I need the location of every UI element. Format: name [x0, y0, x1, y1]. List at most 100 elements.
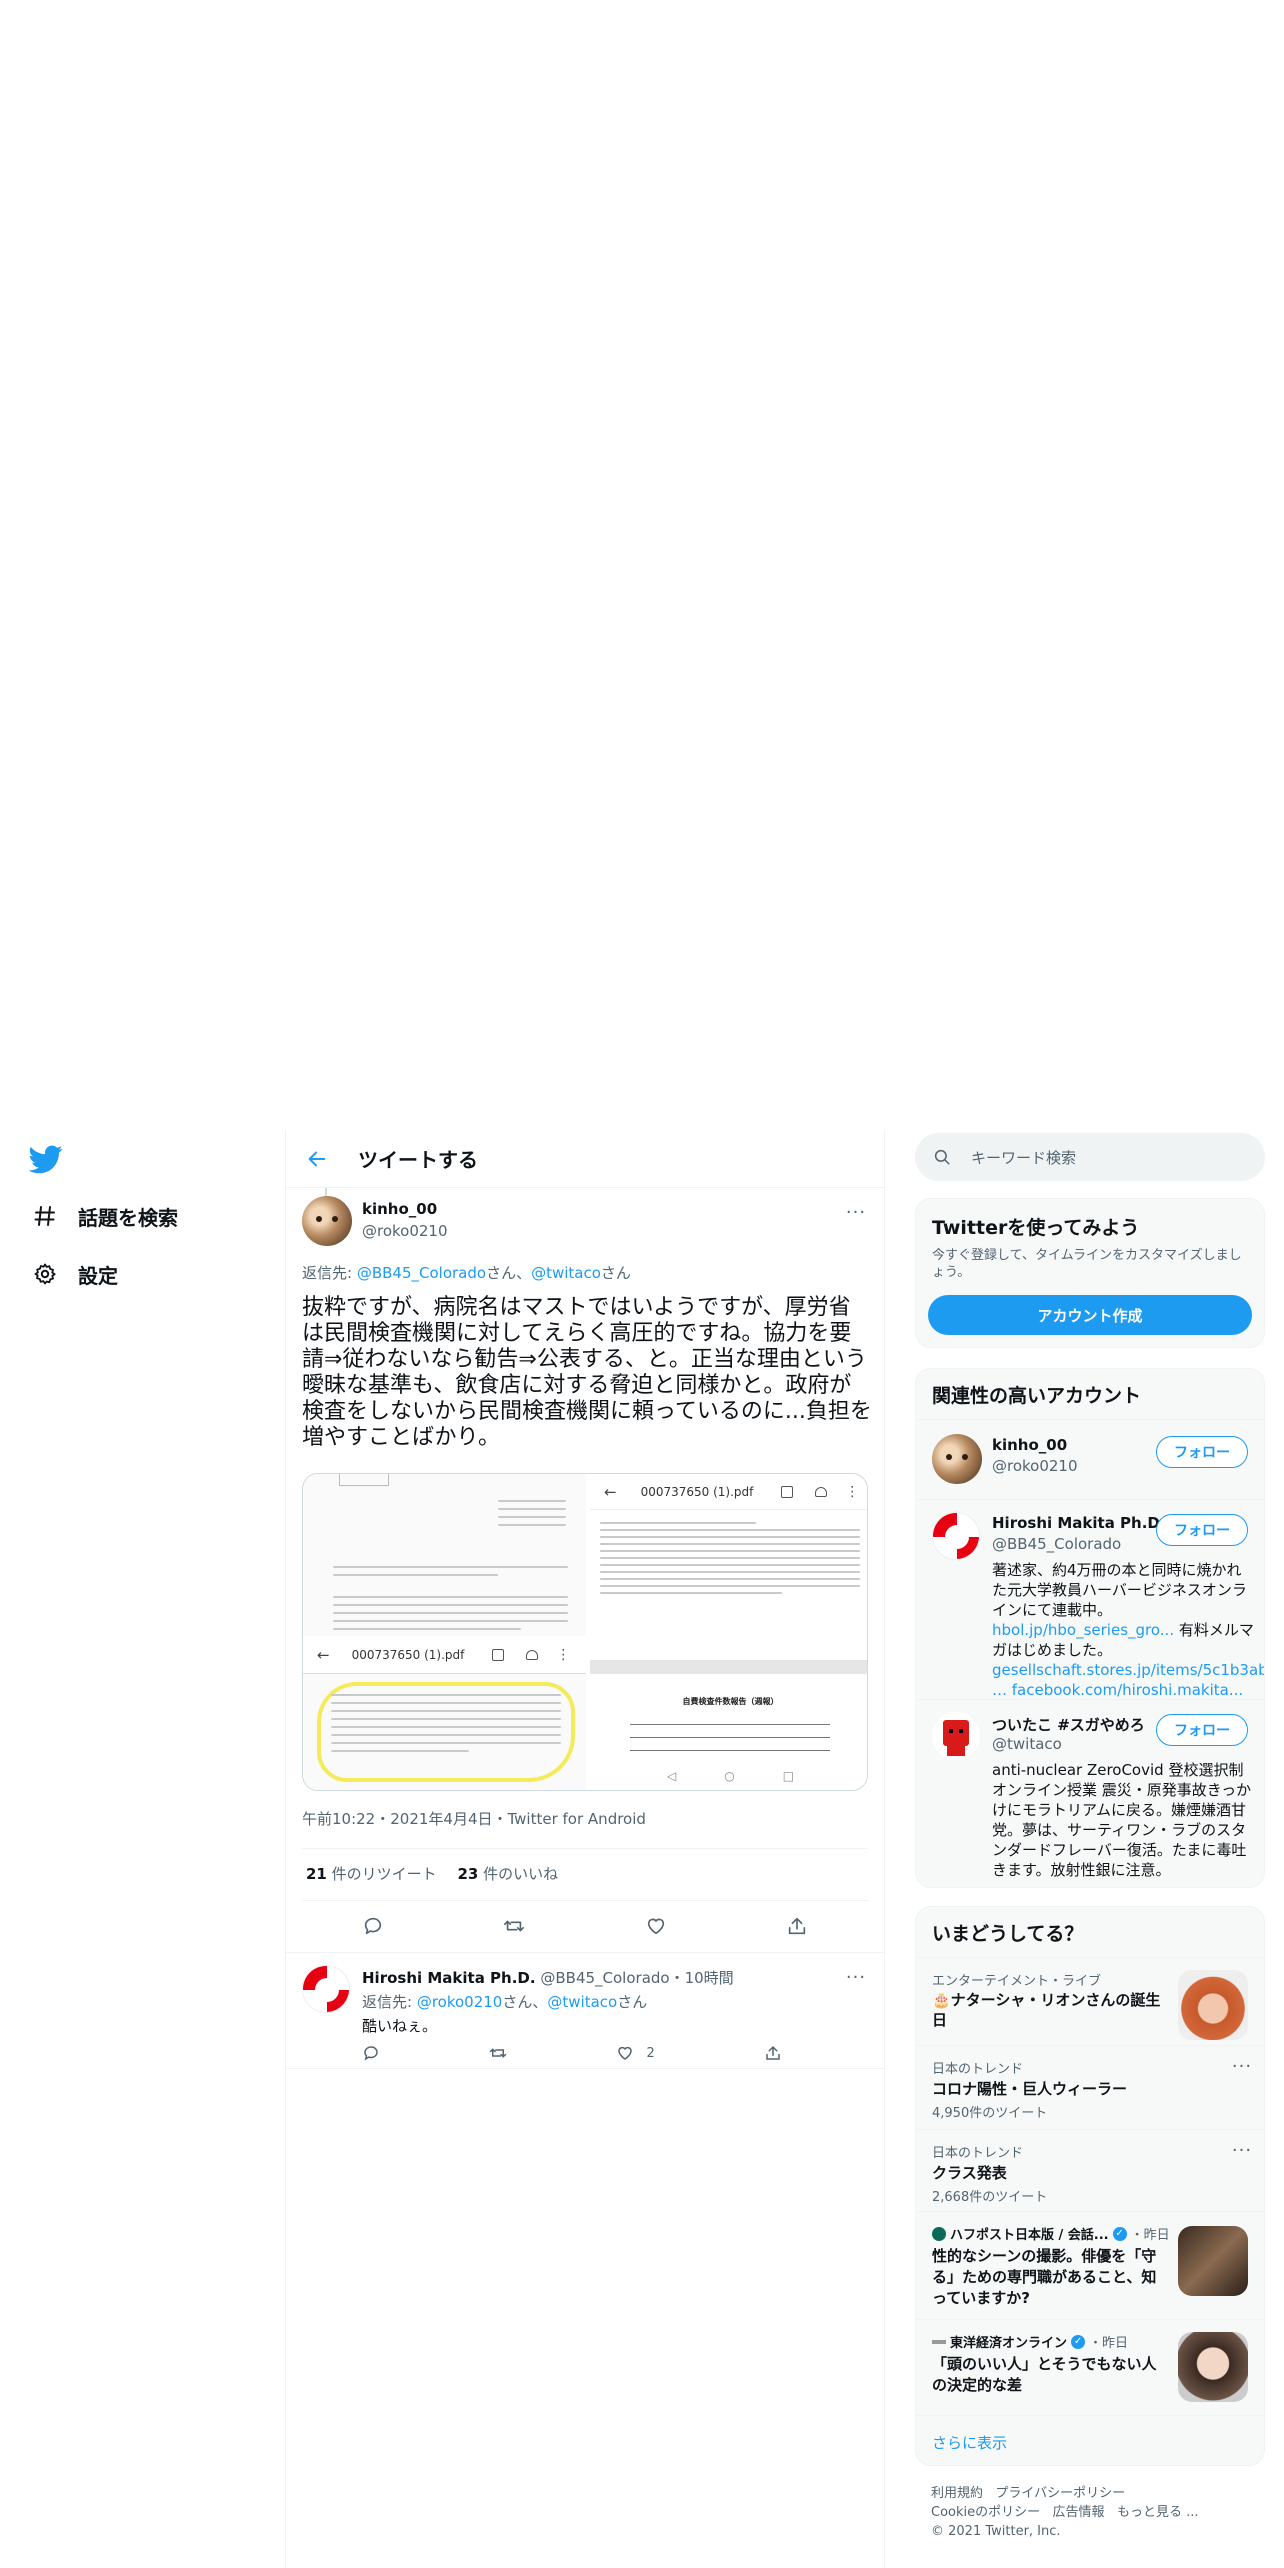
tweet-timestamp[interactable]: 午前10:22・2021年4月4日・Twitter for Android — [302, 1808, 646, 1829]
trend-title: コロナ陽性・巨人ウィーラー — [932, 2080, 1128, 2098]
pdf-search-icon[interactable] — [781, 1485, 794, 1498]
footer-privacy[interactable]: プライバシーポリシー — [995, 2486, 1125, 2501]
pdf-download-icon[interactable] — [526, 1649, 539, 1660]
page-title: ツイートする — [358, 1148, 478, 1172]
trend-title: 🎂ナターシャ・リオンさんの誕生日 — [932, 1991, 1161, 2029]
signup-card: Twitterを使ってみよう 今すぐ登録して、タイムラインをカスタマイズしましょ… — [915, 1198, 1265, 1348]
like-action[interactable]: 2 — [616, 2044, 655, 2062]
reply-san: さん — [617, 1993, 648, 2011]
twitter-bird-icon[interactable] — [28, 1142, 64, 1176]
reply-icon[interactable] — [362, 1915, 384, 1937]
android-recent-icon[interactable]: □ — [783, 1769, 794, 1783]
avatar[interactable] — [932, 1712, 980, 1760]
retweet-icon[interactable] — [503, 1915, 525, 1937]
retweets-stat[interactable]: 21 件のリツイート — [306, 1865, 437, 1883]
reply-author-name[interactable]: Hiroshi Makita Ph.D. — [362, 1969, 536, 1987]
bio-link[interactable]: gesellschaft.stores.jp/items/5c1b3abe — [992, 1661, 1264, 1679]
more-icon[interactable]: ··· — [1232, 2056, 1252, 2077]
android-back-icon[interactable]: ◁ — [667, 1769, 676, 1783]
trend-item[interactable]: エンターテイメント・ライブ 🎂ナターシャ・リオンさんの誕生日 — [916, 1957, 1264, 2045]
follow-button[interactable]: フォロー — [1156, 1514, 1248, 1546]
pdf-back-icon[interactable]: ← — [604, 1483, 617, 1501]
nav-settings[interactable]: 設定 — [30, 1254, 118, 1294]
trend-thumbnail[interactable] — [1178, 2226, 1248, 2296]
footer-cookie[interactable]: Cookieのポリシー — [931, 2505, 1040, 2520]
like-icon[interactable] — [645, 1915, 667, 1937]
search-input[interactable]: キーワード検索 — [971, 1147, 1076, 1168]
source-logo — [932, 2339, 946, 2344]
avatar[interactable] — [302, 1965, 350, 2013]
reply-time[interactable]: ・10時間 — [670, 1969, 734, 1987]
trend-title: 性的なシーンの撮影。俳優を「守る」ための専門職があること、知っていますか? — [932, 2247, 1157, 2307]
reply-tweet[interactable]: Hiroshi Makita Ph.D. @BB45_Colorado・10時間… — [286, 1953, 884, 2069]
follow-button[interactable]: フォロー — [1156, 1436, 1248, 1468]
highlighted-section — [303, 1674, 586, 1790]
reply-actions: 2 — [362, 2043, 782, 2063]
likes-stat[interactable]: 23 件のいいね — [457, 1865, 558, 1883]
pdf-search-icon[interactable] — [492, 1648, 505, 1661]
reply-author-handle[interactable]: @BB45_Colorado — [540, 1969, 669, 1987]
avatar[interactable] — [932, 1434, 982, 1484]
search-icon — [934, 1149, 950, 1165]
create-account-button[interactable]: アカウント作成 — [928, 1295, 1252, 1335]
footer-terms[interactable]: 利用規約 — [931, 2486, 983, 2501]
page-header: ツイートする — [286, 1130, 884, 1188]
trend-meta: 日本のトレンド — [932, 2146, 1024, 2161]
reply-icon[interactable] — [362, 2044, 380, 2062]
trend-item[interactable]: 日本のトレンド クラス発表 2,668件のツイート ··· — [916, 2129, 1264, 2211]
avatar[interactable] — [932, 1512, 980, 1560]
trends-title: いまどうしてる？ — [932, 1923, 1084, 1945]
android-home-icon[interactable]: ○ — [724, 1769, 734, 1783]
more-icon[interactable]: ··· — [846, 1967, 866, 1988]
reply-to-link[interactable]: @BB45_Colorado — [357, 1264, 486, 1282]
likes-label: 件のいいね — [478, 1865, 559, 1883]
highlight-lines — [331, 1694, 561, 1752]
trend-source: ハフポスト日本版 / 会話... — [950, 2228, 1109, 2243]
footer-more[interactable]: もっと見る ... — [1117, 2505, 1199, 2520]
pdf-title-small: 000737650 (1).pdf — [351, 1647, 465, 1662]
pdf-download-icon[interactable] — [815, 1486, 828, 1497]
trend-thumbnail[interactable] — [1178, 2332, 1248, 2402]
tweet-media[interactable]: ← 000737650 (1).pdf ⋮ ← 000737650 (1).pd… — [302, 1473, 868, 1791]
pdf-title: 000737650 (1).pdf — [640, 1484, 754, 1499]
account-item[interactable]: kinho_00 @roko0210 フォロー — [916, 1419, 1264, 1499]
pdf-back-icon[interactable]: ← — [317, 1646, 330, 1664]
nav-explore-label: 話題を検索 — [78, 1205, 178, 1230]
account-item[interactable]: Hiroshi Makita Ph.D. @BB45_Colorado フォロー… — [916, 1499, 1264, 1699]
pdf-doc-heading: 自費検査件数報告（週報） — [682, 1697, 779, 1706]
related-accounts-card: 関連性の高いアカウント kinho_00 @roko0210 フォロー Hiro… — [915, 1368, 1265, 1888]
follow-button[interactable]: フォロー — [1156, 1714, 1248, 1746]
reply-to-link[interactable]: @roko0210 — [417, 1993, 503, 2011]
reply-to-link[interactable]: @twitaco — [547, 1993, 617, 2011]
trend-item[interactable]: ハフポスト日本版 / 会話... ✓ ・昨日 性的なシーンの撮影。俳優を「守る」… — [916, 2211, 1264, 2319]
account-item[interactable]: ついたこ #スガやめろ @twitaco フォロー anti-nuclear Z… — [916, 1699, 1264, 1887]
share-icon[interactable] — [786, 1915, 808, 1937]
gear-icon — [30, 1259, 60, 1289]
pdf-more-icon[interactable]: ⋮ — [556, 1647, 570, 1663]
more-icon[interactable]: ··· — [1232, 2140, 1252, 2161]
trend-item[interactable]: 日本のトレンド コロナ陽性・巨人ウィーラー 4,950件のツイート ··· — [916, 2045, 1264, 2129]
more-icon[interactable]: ··· — [846, 1202, 866, 1223]
share-icon[interactable] — [764, 2044, 782, 2062]
bio-link[interactable]: hbol.jp/hbo_series_gro... — [992, 1621, 1174, 1639]
signup-desc: 今すぐ登録して、タイムラインをカスタマイズしましょう。 — [932, 1248, 1242, 1280]
likes-count: 23 — [457, 1865, 479, 1883]
search-box[interactable]: キーワード検索 — [915, 1133, 1265, 1181]
retweet-icon[interactable] — [489, 2044, 507, 2062]
reply-to-link[interactable]: @twitaco — [531, 1264, 601, 1282]
verified-icon: ✓ — [1071, 2334, 1086, 2349]
account-handle: @twitaco — [992, 1735, 1062, 1753]
trend-thumbnail[interactable] — [1178, 1970, 1248, 2040]
doc-stamp — [339, 1474, 389, 1486]
show-more-link[interactable]: さらに表示 — [932, 2432, 1007, 2453]
tweet-author-name[interactable]: kinho_00 — [362, 1200, 437, 1218]
back-arrow-icon[interactable] — [306, 1148, 328, 1170]
tweet-author-handle[interactable]: @roko0210 — [362, 1222, 448, 1240]
reply-prefix: 返信先: — [362, 1993, 417, 2011]
avatar[interactable] — [302, 1196, 352, 1246]
trend-item[interactable]: 東洋経済オンライン ✓ ・昨日 「頭のいい人」とそうでもない人の決定的な差 — [916, 2319, 1264, 2415]
nav-explore[interactable]: 話題を検索 — [30, 1196, 178, 1236]
footer-ads[interactable]: 広告情報 — [1053, 2505, 1105, 2520]
bio-link[interactable]: … facebook.com/hiroshi.makita... — [992, 1681, 1243, 1699]
pdf-more-icon[interactable]: ⋮ — [845, 1484, 859, 1500]
